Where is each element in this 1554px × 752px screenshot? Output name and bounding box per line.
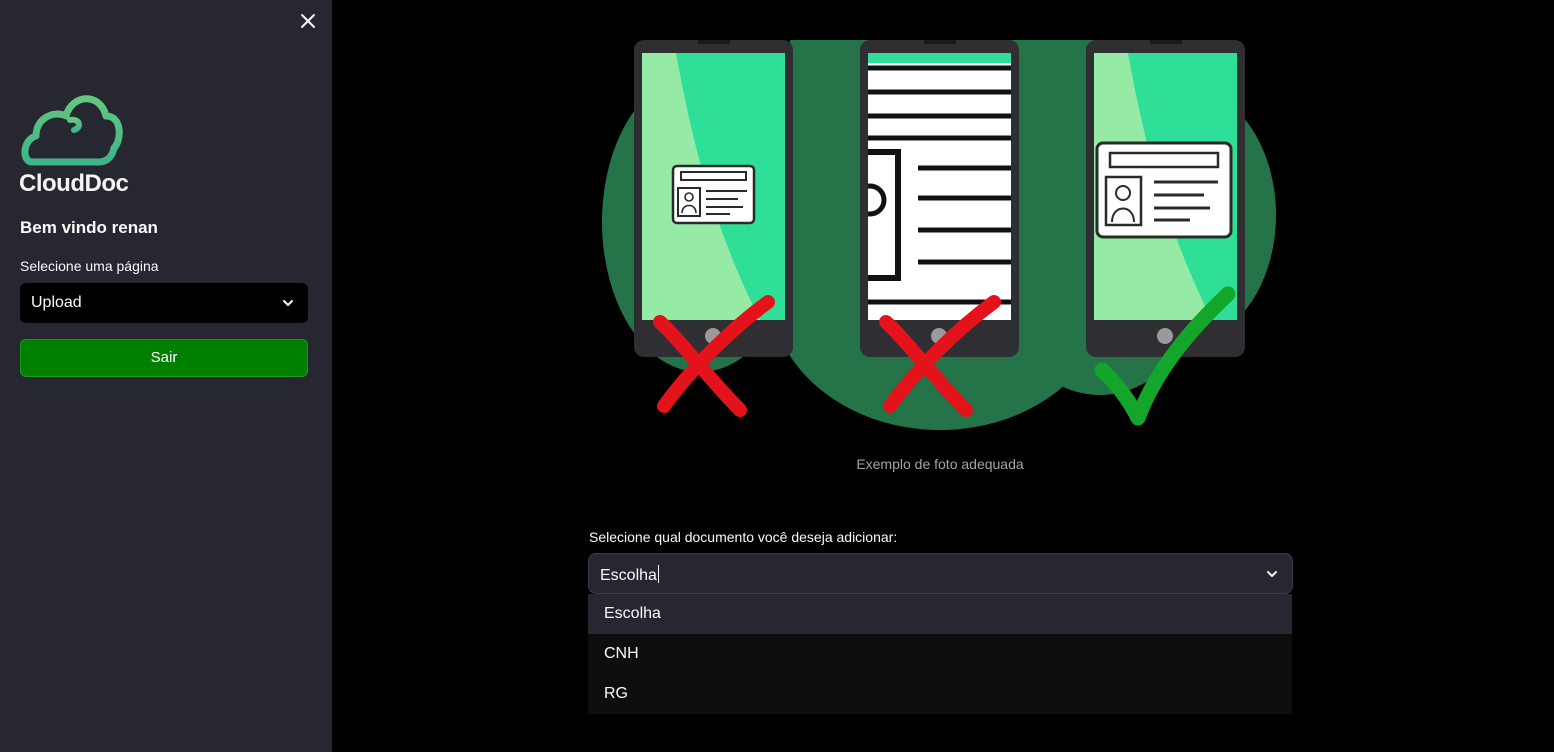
cloud-logo-icon [21,95,123,166]
page-select-label: Selecione uma página [20,258,159,274]
sidebar: CloudDoc Bem vindo renan Selecione uma p… [0,0,332,752]
page-select[interactable]: Upload [20,283,308,323]
id-card-icon [1095,141,1233,239]
dropdown-option-rg[interactable]: RG [588,674,1292,714]
close-sidebar-button[interactable] [296,9,320,33]
phone-too-close [860,40,1019,417]
id-card-icon [671,164,756,225]
page-select-value: Upload [31,294,82,311]
document-select-text: Escolha [600,567,657,584]
dropdown-option-escolha[interactable]: Escolha [588,594,1292,634]
document-select-value: Escolha [600,565,659,585]
logout-button[interactable]: Sair [20,339,308,377]
text-caret [657,565,659,583]
photo-example-illustration [602,40,1276,430]
logo-text: CloudDoc [19,170,129,197]
document-select[interactable]: Escolha [588,553,1293,594]
document-dropdown-menu: Escolha CNH RG [588,594,1292,714]
document-select-label: Selecione qual documento você deseja adi… [589,529,898,545]
phone-too-far [634,40,793,417]
welcome-heading: Bem vindo renan [20,218,158,237]
dropdown-option-cnh[interactable]: CNH [588,634,1292,674]
chevron-down-icon[interactable] [1266,568,1278,580]
image-caption: Exemplo de foto adequada [856,456,1024,472]
app-root: CloudDoc Bem vindo renan Selecione uma p… [0,0,1554,752]
chevron-down-icon [283,300,293,306]
close-icon [301,14,315,28]
